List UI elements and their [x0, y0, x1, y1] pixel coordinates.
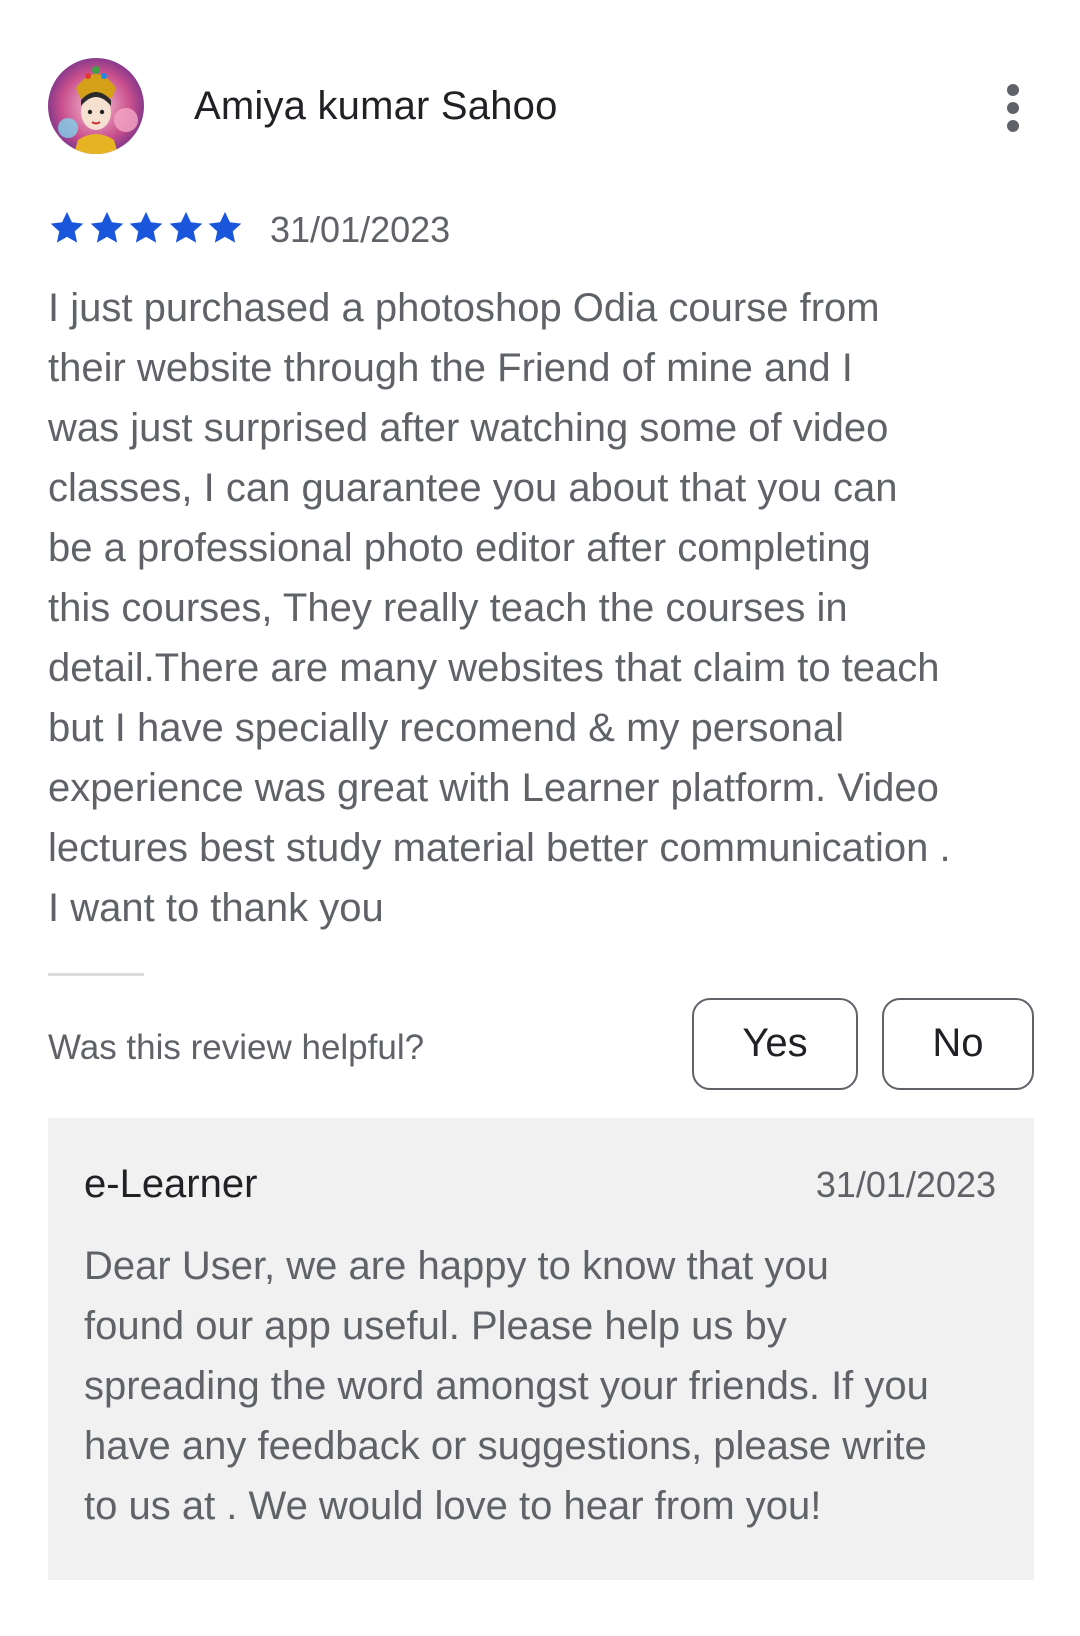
reply-author: e-Learner — [84, 1162, 258, 1206]
menu-dot — [1007, 84, 1019, 96]
review-text-line: be a professional photo editor after com… — [48, 526, 871, 570]
reply-text-line: spreading the word amongst your friends.… — [84, 1364, 929, 1408]
menu-dot — [1007, 120, 1019, 132]
avatar-image — [48, 58, 144, 154]
review-date: 31/01/2023 — [270, 209, 451, 250]
no-button[interactable]: No — [882, 998, 1034, 1090]
review-text-line: I want to thank you — [48, 886, 384, 930]
reply-text: Dear User, we are happy to know that you… — [84, 1236, 1024, 1536]
reply-text-line: to us at . We would love to hear from yo… — [84, 1484, 822, 1528]
reply-text-line: Dear User, we are happy to know that you — [84, 1244, 829, 1288]
star-icon — [208, 211, 242, 243]
review-text-line: I just purchased a photoshop Odia course… — [48, 286, 880, 330]
reply-date: 31/01/2023 — [815, 1164, 996, 1205]
review-text: I just purchased a photoshop Odia course… — [48, 278, 1048, 938]
review-text-line: classes, I can guarantee you about that … — [48, 466, 898, 510]
developer-reply: e-Learner 31/01/2023 Dear User, we are h… — [48, 1118, 1034, 1580]
reviewer-avatar — [48, 58, 144, 154]
star-icon — [90, 211, 123, 243]
reply-text-line: have any feedback or suggestions, please… — [84, 1424, 927, 1468]
star-rating — [48, 207, 248, 251]
review-text-line: experience was great with Learner platfo… — [48, 766, 939, 810]
review-text-line: detail.There are many websites that clai… — [48, 646, 940, 690]
more-options-icon[interactable] — [988, 78, 1038, 138]
reviewer-name: Amiya kumar Sahoo — [194, 84, 558, 128]
menu-dot — [1007, 102, 1019, 114]
star-icon — [50, 211, 84, 243]
yes-button[interactable]: Yes — [692, 998, 858, 1090]
star-icon — [129, 211, 163, 243]
review-text-line: lectures best study material better comm… — [48, 826, 951, 870]
reply-text-line: found our app useful. Please help us by — [84, 1304, 787, 1348]
review-text-line: but I have specially recomend & my perso… — [48, 706, 844, 750]
helpful-question: Was this review helpful? — [48, 1028, 425, 1067]
review-header: Amiya kumar Sahoo — [48, 56, 1038, 156]
star-icon — [169, 211, 202, 243]
review-text-line: was just surprised after watching some o… — [48, 406, 889, 450]
review-text-line: their website through the Friend of mine… — [48, 346, 853, 390]
divider — [48, 973, 144, 976]
review-text-line: this courses, They really teach the cour… — [48, 586, 848, 630]
